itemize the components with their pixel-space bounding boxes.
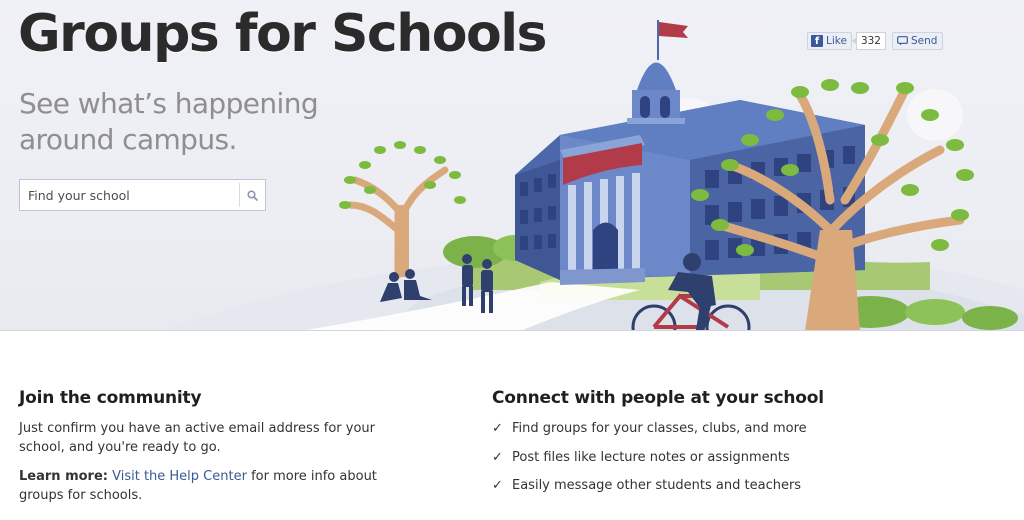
- school-search-box: [19, 179, 266, 211]
- feature-text: Post files like lecture notes or assignm…: [512, 449, 790, 465]
- school-search-input[interactable]: [20, 180, 239, 210]
- learn-more-label: Learn more:: [19, 469, 108, 484]
- list-item: ✓ Find groups for your classes, clubs, an…: [492, 419, 912, 438]
- check-icon: ✓: [492, 421, 503, 436]
- connect-heading: Connect with people at your school: [492, 388, 824, 408]
- like-label: Like: [826, 35, 847, 47]
- hero-banner: Groups for Schools See what’s happening …: [0, 0, 1024, 331]
- join-section: Join the community Just confirm you have…: [19, 387, 419, 505]
- learn-more-text: Learn more: Visit the Help Center for mo…: [19, 467, 419, 505]
- list-item: ✓ Post files like lecture notes or assign…: [492, 448, 912, 467]
- feature-text: Find groups for your classes, clubs, and…: [512, 421, 807, 436]
- send-button[interactable]: Send: [891, 32, 944, 50]
- connect-section: Connect with people at your school ✓ Find…: [492, 387, 912, 505]
- social-buttons: f Like 332 Send: [807, 32, 944, 50]
- facebook-icon: f: [811, 35, 823, 47]
- join-body: Just confirm you have an active email ad…: [19, 421, 375, 455]
- check-icon: ✓: [492, 478, 503, 493]
- page-subtitle: See what’s happening around campus.: [19, 87, 319, 156]
- send-label: Send: [910, 35, 938, 47]
- like-button[interactable]: f Like: [807, 32, 852, 50]
- like-count: 332: [851, 32, 886, 50]
- feature-text: Easily message other students and teache…: [512, 478, 802, 493]
- school-building: [515, 20, 865, 285]
- send-icon: [897, 36, 908, 46]
- search-button[interactable]: [239, 183, 265, 207]
- feature-list: ✓ Find groups for your classes, clubs, an…: [492, 419, 912, 495]
- check-icon: ✓: [492, 449, 503, 465]
- join-heading: Join the community: [19, 388, 202, 408]
- help-center-link[interactable]: Visit the Help Center: [112, 469, 247, 484]
- page-title: Groups for Schools: [18, 4, 547, 64]
- hero-divider: [0, 330, 1024, 331]
- search-icon: [247, 189, 258, 201]
- list-item: ✓ Easily message other students and teach…: [492, 476, 912, 495]
